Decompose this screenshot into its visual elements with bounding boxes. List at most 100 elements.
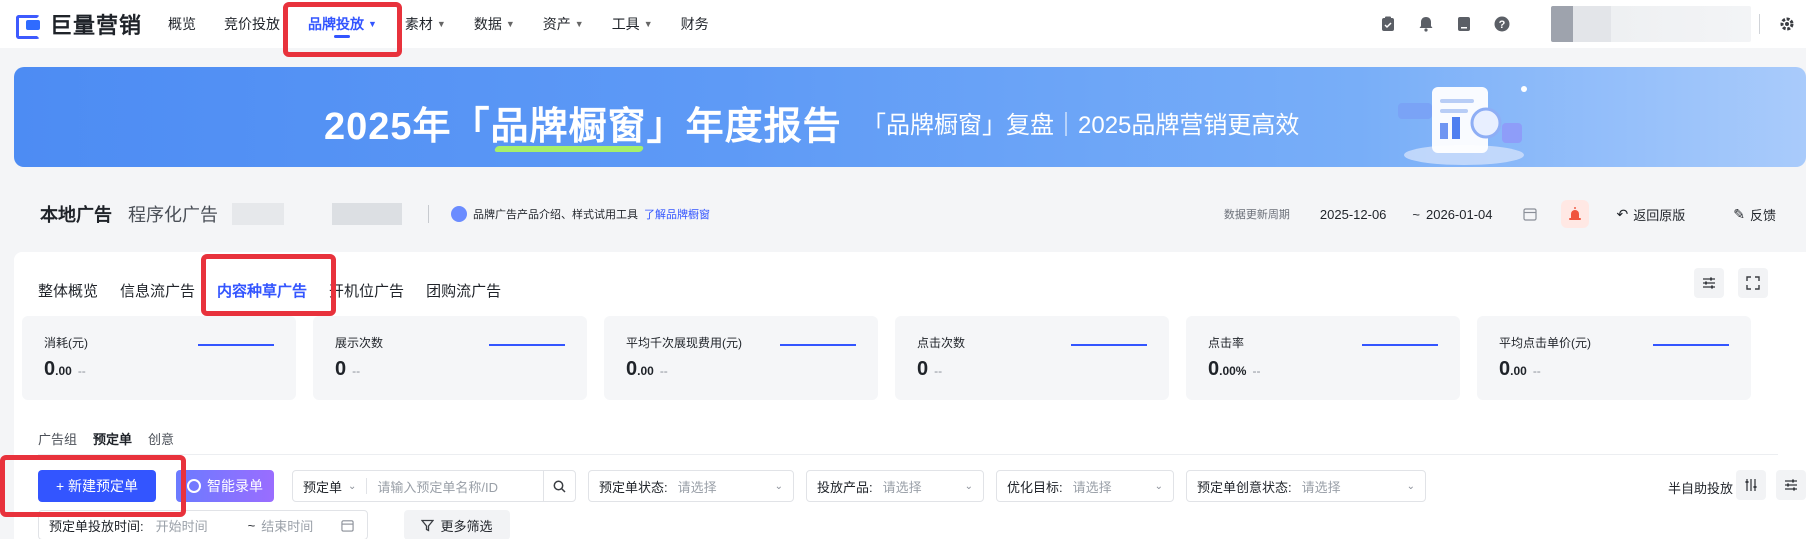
booking-search: 预定单 ⌄ 请输入预定单名称/ID	[292, 470, 576, 502]
calendar-icon[interactable]	[1522, 207, 1537, 221]
alert-button[interactable]	[1560, 200, 1589, 228]
metric-label: 消耗(元)	[44, 336, 88, 350]
subtab-ad-group[interactable]: 广告组	[38, 429, 77, 456]
more-filters-button[interactable]: 更多筛选	[404, 510, 510, 539]
nav-item-bidding[interactable]: 竞价投放	[210, 0, 294, 48]
tab-feed-ads[interactable]: 信息流广告	[120, 280, 195, 301]
new-booking-order-button[interactable]: + 新建预定单	[38, 470, 156, 502]
chevron-down-icon: ⌄	[348, 480, 357, 492]
search-type-select[interactable]: 预定单	[293, 477, 342, 496]
search-icon	[553, 480, 566, 493]
main-panel: 整体概览 信息流广告 内容种草广告 开机位广告 团购流广告 消耗(元) 0.00…	[14, 252, 1806, 539]
metric-label: 点击率	[1208, 336, 1245, 350]
metric-card[interactable]: 点击次数 0 --	[895, 316, 1169, 400]
start-time-input[interactable]: 开始时间	[156, 516, 208, 535]
header-right: 数据更新周期 2025-12-06 ~ 2026-01-04 ↶ 返回原版 ✎ …	[1224, 190, 1806, 238]
svg-text:?: ?	[1499, 19, 1506, 31]
metric-card[interactable]: 展示次数 0 --	[313, 316, 587, 400]
tab-group-buy-ads[interactable]: 团购流广告	[426, 280, 501, 301]
learn-more-link[interactable]: 了解品牌橱窗	[644, 206, 710, 222]
account-avatar[interactable]	[1551, 6, 1751, 42]
filter-settings-button[interactable]	[1776, 470, 1806, 500]
smart-entry-button[interactable]: 智能录单	[176, 470, 274, 502]
bell-icon[interactable]	[1417, 15, 1435, 33]
search-input[interactable]: 请输入预定单名称/ID	[377, 477, 543, 496]
sparkline	[1362, 344, 1438, 346]
end-time-input[interactable]: 结束时间	[261, 516, 313, 535]
metric-cards: 消耗(元) 0.00 -- 展示次数 0 -- 平均千次展现费用(元) 0.00 --…	[22, 316, 1751, 400]
page-header: 本地广告 程序化广告 品牌广告产品介绍、样式试用工具 了解品牌橱窗 数据更新周期…	[0, 190, 1806, 238]
chevron-down-icon: ⌄	[1406, 480, 1415, 492]
logo-icon	[14, 12, 44, 39]
logo[interactable]: 巨量营销	[14, 8, 154, 40]
sliders-icon	[1785, 479, 1797, 491]
metric-card[interactable]: 平均千次展现费用(元) 0.00 --	[604, 316, 878, 400]
creative-status-select[interactable]: 预定单创意状态: 请选择 ⌄	[1186, 470, 1426, 502]
chevron-down-icon: ⌄	[964, 480, 973, 492]
settings-gear-icon[interactable]	[1778, 15, 1796, 33]
caret-down-icon: ▼	[505, 19, 515, 29]
expand-icon	[1746, 276, 1760, 290]
banner-subtitle: 「品牌橱窗」复盘｜2025品牌营销更高效	[862, 112, 1300, 139]
account-name-blurred	[232, 203, 402, 225]
main-nav: 概览 竞价投放 品牌投放 ▼ 素材 ▼ 数据 ▼ 资产 ▼ 工具 ▼ 财务	[154, 0, 723, 48]
metric-card[interactable]: 平均点击单价(元) 0.00 --	[1477, 316, 1751, 400]
header-info-text: 品牌广告产品介绍、样式试用工具	[473, 209, 638, 221]
optimization-goal-select[interactable]: 优化目标: 请选择 ⌄	[996, 470, 1174, 502]
metric-value: 0 --	[335, 358, 361, 380]
metric-value: 0.00% --	[1208, 358, 1261, 380]
date-separator: ~	[1412, 206, 1420, 222]
data-period-label: 数据更新周期	[1223, 209, 1290, 221]
fullscreen-button[interactable]	[1738, 268, 1768, 298]
product-select[interactable]: 投放产品: 请选择 ⌄	[806, 470, 984, 502]
nav-item-material[interactable]: 素材 ▼	[391, 0, 460, 48]
search-button[interactable]	[543, 471, 575, 501]
back-to-classic-button[interactable]: ↶ 返回原版	[1617, 205, 1686, 224]
delivery-time-range[interactable]: 预定单投放时间: 开始时间 ~ 结束时间	[38, 510, 368, 539]
date-end[interactable]: 2026-01-04	[1426, 207, 1493, 222]
columns-icon	[1745, 479, 1757, 491]
calendar-icon	[341, 519, 354, 532]
tab-overview[interactable]: 整体概览	[38, 280, 98, 301]
metric-settings-button[interactable]	[1694, 268, 1724, 298]
info-bubble-icon	[451, 206, 467, 222]
document-icon[interactable]	[1455, 15, 1473, 33]
nav-item-overview[interactable]: 概览	[154, 0, 210, 48]
nav-item-data[interactable]: 数据 ▼	[460, 0, 529, 48]
banner-title: 2025年「品牌橱窗」年度报告	[324, 106, 842, 148]
metric-value: 0.00 --	[1499, 358, 1541, 380]
page-subtitle[interactable]: 程序化广告	[128, 201, 218, 227]
help-icon[interactable]: ?	[1493, 15, 1511, 33]
metric-card[interactable]: 消耗(元) 0.00 --	[22, 316, 296, 400]
tab-content-seeding-ads[interactable]: 内容种草广告	[217, 280, 307, 301]
nav-item-assets[interactable]: 资产 ▼	[529, 0, 598, 48]
metric-card[interactable]: 点击率 0.00% --	[1186, 316, 1460, 400]
ad-type-tabs: 整体概览 信息流广告 内容种草广告 开机位广告 团购流广告	[38, 276, 523, 304]
caret-down-icon: ▼	[574, 19, 584, 29]
undo-icon: ↶	[1616, 205, 1629, 222]
sliders-icon	[1703, 277, 1715, 289]
report-illustration-icon	[1398, 86, 1527, 165]
metric-label: 点击次数	[917, 336, 966, 350]
sparkline	[198, 344, 274, 346]
nav-item-finance[interactable]: 财务	[667, 0, 723, 48]
smart-icon	[187, 479, 201, 493]
subtab-creative[interactable]: 创意	[148, 429, 174, 456]
column-settings-button[interactable]	[1736, 470, 1766, 500]
chevron-down-icon: ⌄	[774, 480, 783, 492]
semi-auto-label: 半自助投放	[1668, 481, 1734, 496]
subtab-booking-order[interactable]: 预定单	[93, 429, 133, 456]
tab-splash-ads[interactable]: 开机位广告	[329, 280, 404, 301]
nav-item-tools[interactable]: 工具 ▼	[598, 0, 667, 48]
logo-text: 巨量营销	[50, 13, 143, 38]
panel-tools	[1680, 268, 1768, 298]
alarm-icon	[1568, 207, 1581, 220]
promo-banner[interactable]: 2025年「品牌橱窗」年度报告 「品牌橱窗」复盘｜2025品牌营销更高效	[14, 67, 1806, 167]
date-start[interactable]: 2025-12-06	[1320, 207, 1387, 222]
filter-icon	[421, 519, 435, 532]
clipboard-icon[interactable]	[1379, 15, 1397, 33]
feedback-button[interactable]: ✎ 反馈	[1733, 205, 1776, 224]
page-title: 本地广告	[40, 205, 112, 225]
status-select[interactable]: 预定单状态: 请选择 ⌄	[588, 470, 794, 502]
nav-item-brand[interactable]: 品牌投放 ▼	[294, 0, 391, 48]
